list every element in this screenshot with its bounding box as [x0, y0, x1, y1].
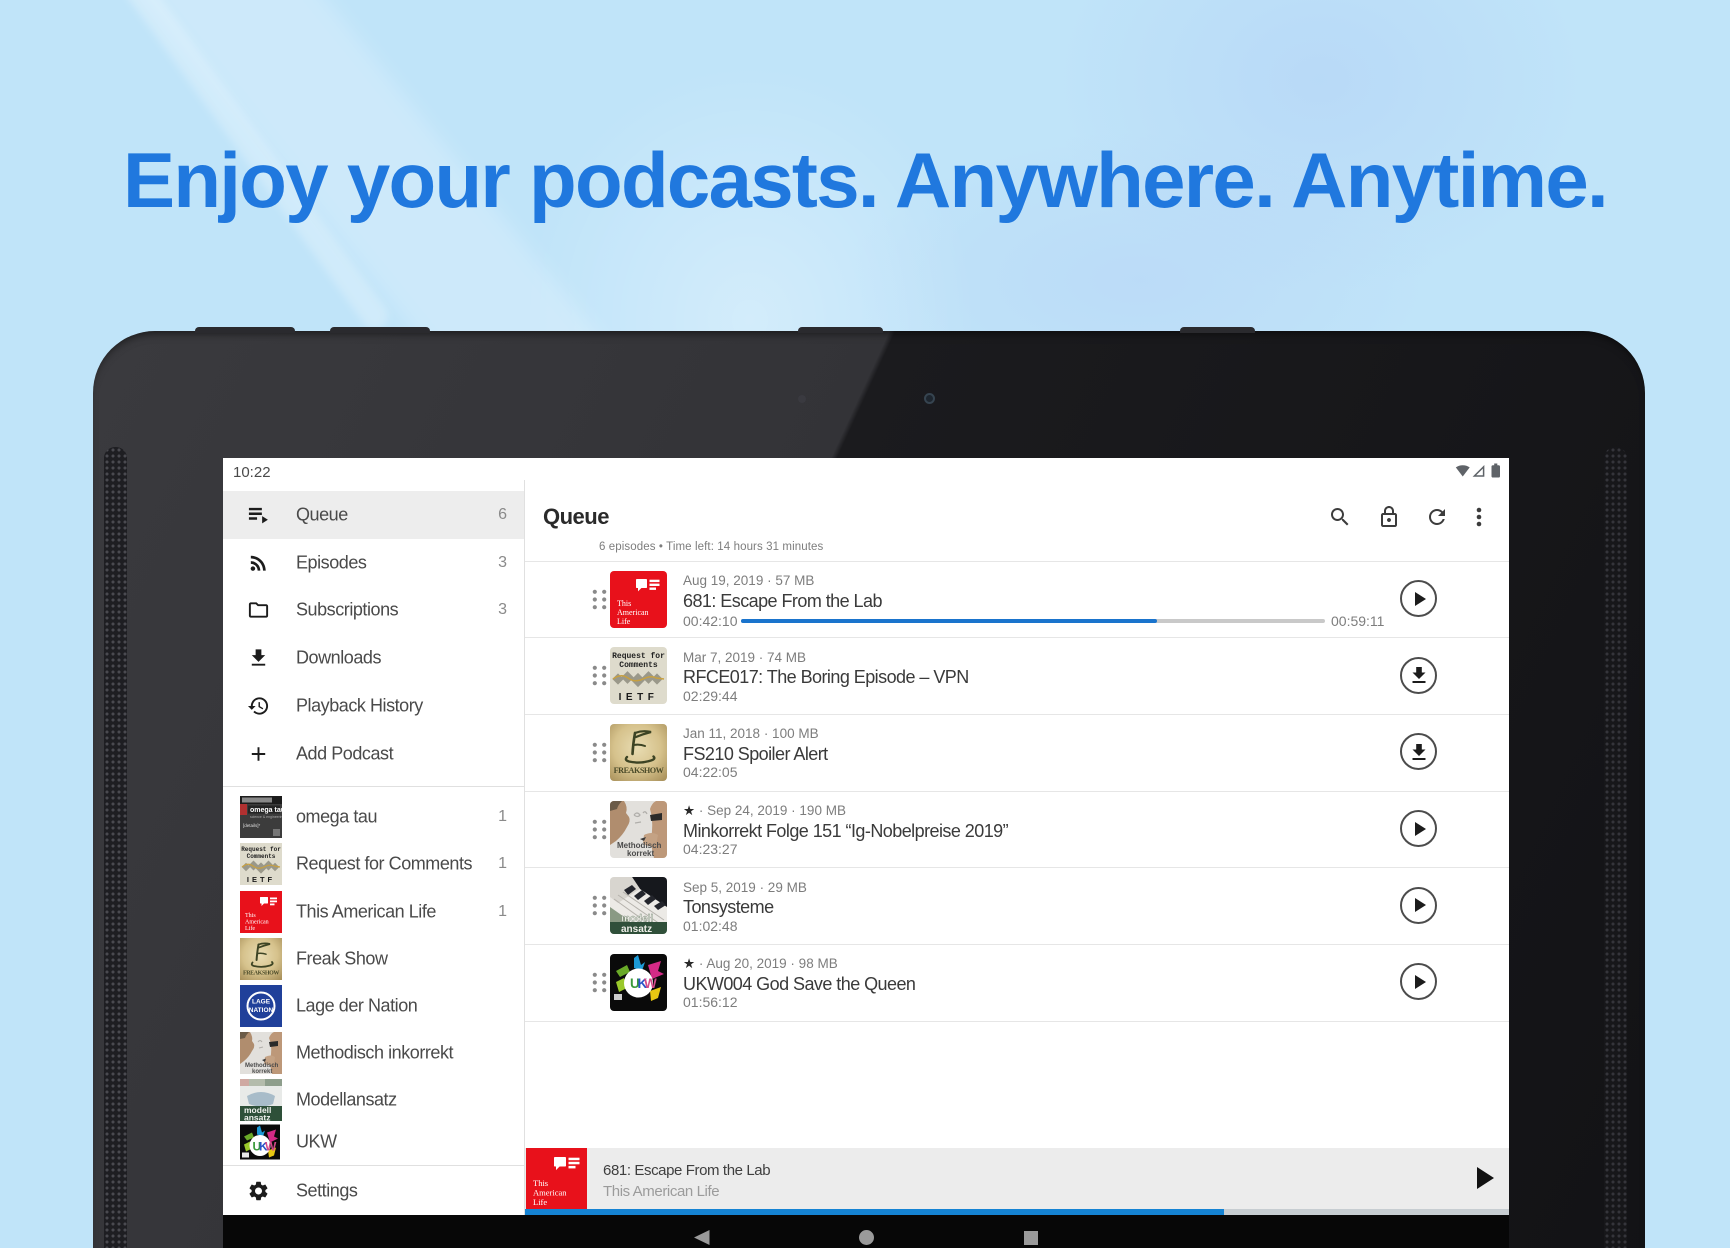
svg-text:Life: Life: [245, 925, 255, 932]
svg-text:This: This: [533, 1178, 548, 1188]
svg-text:American: American: [533, 1188, 567, 1198]
svg-text:ansatz: ansatz: [621, 924, 652, 934]
svg-text:W: W: [644, 976, 657, 991]
svg-text:Request for: Request for: [241, 846, 281, 853]
svg-text:[details]*: [details]*: [243, 823, 261, 828]
svg-text:Request for: Request for: [612, 652, 665, 661]
svg-text:W: W: [265, 1140, 277, 1154]
svg-text:omega tau: omega tau: [250, 807, 282, 814]
svg-text:modell: modell: [621, 914, 653, 925]
svg-text:NATION: NATION: [249, 1007, 274, 1014]
svg-text:This: This: [617, 599, 631, 608]
svg-text:This: This: [245, 913, 256, 919]
svg-text:IETF: IETF: [619, 692, 659, 703]
svg-text:Life: Life: [533, 1197, 547, 1207]
svg-text:American: American: [245, 919, 269, 925]
svg-text:korrekt: korrekt: [627, 849, 654, 858]
svg-text:korrekt: korrekt: [252, 1069, 272, 1074]
svg-text:Life: Life: [617, 617, 631, 626]
svg-text:Comments: Comments: [247, 853, 276, 860]
svg-text:FREAKSHOW: FREAKSHOW: [243, 970, 279, 976]
svg-text:LAGE: LAGE: [252, 998, 271, 1005]
svg-text:American: American: [617, 608, 649, 617]
svg-text:FREAKSHOW: FREAKSHOW: [614, 766, 665, 775]
svg-text:IETF: IETF: [247, 875, 275, 884]
svg-text:science & engineering: science & engineering: [250, 815, 282, 819]
svg-text:Comments: Comments: [619, 661, 658, 670]
